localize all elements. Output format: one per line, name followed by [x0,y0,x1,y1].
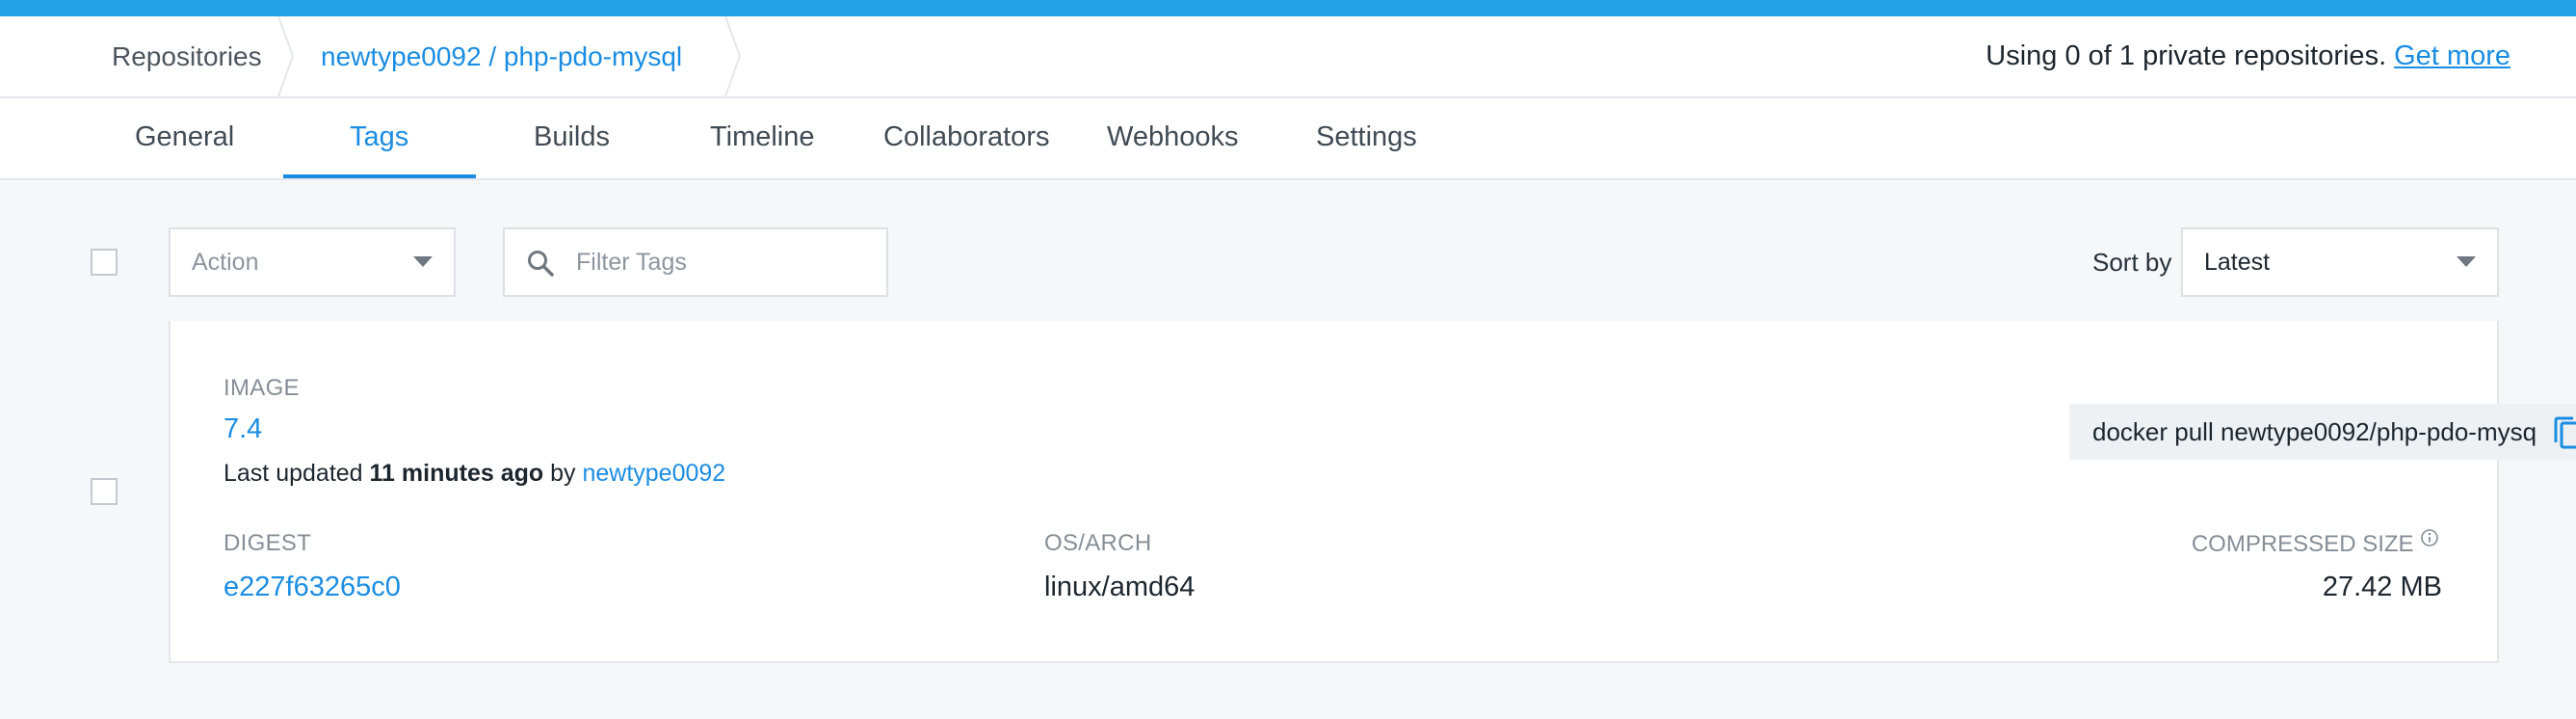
tag-row-checkbox[interactable] [91,478,118,505]
compressed-size-header: COMPRESSED SIZE [2192,528,2439,558]
filter-tags-input[interactable]: Filter Tags [503,227,888,297]
tag-card: IMAGE 7.4 Last updated 11 minutes ago by… [169,321,2576,663]
get-more-link[interactable]: Get more [2394,40,2510,71]
digest-label: DIGEST [223,530,312,556]
tab-collaborators[interactable]: Collaborators [883,98,1049,178]
page-header: Repositories newtype0092 / php-pdo-mysql… [0,16,2576,98]
sort-dropdown[interactable]: Latest [2181,227,2499,297]
action-dropdown[interactable]: Action [169,227,456,297]
tab-tags[interactable]: Tags [350,98,408,178]
tab-webhooks[interactable]: Webhooks [1107,98,1239,178]
top-accent-bar [0,0,2576,16]
docker-pull-command: docker pull newtype0092/php-pdo-mysq [2069,404,2576,460]
info-icon[interactable] [2420,528,2439,547]
search-icon [528,251,554,277]
os-arch-value: linux/amd64 [1044,572,1196,602]
breadcrumb-separator [277,16,295,96]
digest-link[interactable]: e227f63265c0 [223,572,401,603]
active-tab-indicator [283,174,476,178]
repo-tabs: General Tags Builds Timeline Collaborato… [0,98,2576,180]
breadcrumb-repositories[interactable]: Repositories [112,16,262,96]
tab-general[interactable]: General [135,98,234,178]
action-dropdown-label: Action [192,248,259,276]
compressed-size-label: COMPRESSED SIZE [2191,531,2414,557]
image-tag-link[interactable]: 7.4 [223,413,262,445]
tab-settings[interactable]: Settings [1316,98,1417,178]
last-updated-line: Last updated 11 minutes ago by newtype00… [223,460,725,488]
compressed-size-value: 27.42 MB [2322,572,2442,602]
tab-builds[interactable]: Builds [534,98,610,178]
chevron-down-icon [2457,256,2476,267]
usage-text: Using 0 of 1 private repositories. [1985,40,2387,71]
sort-dropdown-value: Latest [2204,248,2271,276]
image-label: IMAGE [223,375,300,401]
last-updated-user-link[interactable]: newtype0092 [582,460,725,487]
tab-timeline[interactable]: Timeline [710,98,815,178]
last-updated-by: by [550,460,576,487]
pull-command-text: docker pull newtype0092/php-pdo-mysq [2092,417,2537,446]
sort-by-label: Sort by [2092,248,2172,277]
os-arch-label: OS/ARCH [1044,530,1152,556]
private-repo-usage: Using 0 of 1 private repositories. Get mo… [1985,16,2510,96]
copy-icon[interactable] [2553,416,2576,449]
breadcrumb-current-repo[interactable]: newtype0092 / php-pdo-mysql [321,16,682,96]
last-updated-time: 11 minutes ago [369,460,544,487]
filter-tags-placeholder: Filter Tags [576,248,687,276]
chevron-down-icon [413,256,433,267]
last-updated-prefix: Last updated [223,460,363,487]
select-all-checkbox[interactable] [91,249,118,276]
breadcrumb-separator [724,16,742,96]
